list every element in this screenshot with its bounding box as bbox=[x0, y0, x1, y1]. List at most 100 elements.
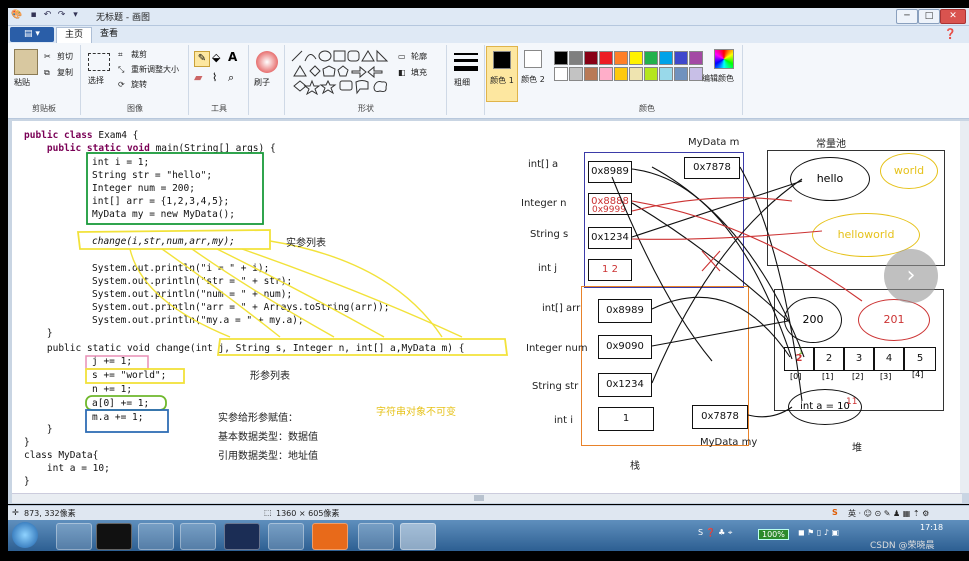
taskbar-notepad-icon[interactable] bbox=[358, 523, 394, 550]
taskbar-presentation-icon[interactable] bbox=[312, 523, 348, 550]
window-title: 无标题 - 画图 bbox=[96, 13, 150, 23]
rotate-icon: ⟳ bbox=[118, 79, 125, 89]
color-swatch[interactable] bbox=[689, 67, 703, 81]
size-line-2 bbox=[454, 59, 478, 62]
tab-view[interactable]: 查看 bbox=[92, 27, 126, 42]
color-swatch[interactable] bbox=[614, 67, 628, 81]
color-swatch[interactable] bbox=[659, 67, 673, 81]
ribbon: 粘贴 ✂ 剪切 ⧉ 复制 剪贴板 选择 ⌗ 裁剪 ⤡ 重新调整大小 ⟳ 旋转 图像 ✎ ⬙… bbox=[8, 43, 969, 119]
text-tool-icon[interactable]: A bbox=[228, 50, 237, 64]
file-menu-button[interactable]: ▤ ▾ bbox=[10, 27, 54, 42]
color-swatch[interactable] bbox=[659, 51, 673, 65]
image-size-icon: ⬚ bbox=[264, 508, 272, 517]
color2-button[interactable]: 颜色 2 bbox=[518, 46, 548, 100]
color-picker-icon[interactable]: ⌇ bbox=[212, 71, 217, 84]
color-swatch[interactable] bbox=[674, 51, 688, 65]
tab-home[interactable]: 主页 bbox=[56, 27, 92, 43]
color-swatch[interactable] bbox=[599, 51, 613, 65]
next-arrow-icon[interactable]: › bbox=[884, 249, 938, 303]
size-button[interactable]: 粗细 bbox=[454, 77, 476, 88]
color-swatch[interactable] bbox=[599, 67, 613, 81]
color2-swatch bbox=[524, 50, 542, 68]
color-swatch[interactable] bbox=[569, 51, 583, 65]
clipboard-group: 粘贴 ✂ 剪切 ⧉ 复制 剪贴板 bbox=[8, 45, 81, 115]
rotate-button[interactable]: ⟳ 旋转 bbox=[118, 79, 147, 90]
paint-app-icon: 🎨 bbox=[11, 10, 23, 20]
ime-tray-icons: 英 · ☺ ⊙ ✎ ♟ ▦ ⇡ ⚙ bbox=[848, 509, 930, 518]
select-icon bbox=[88, 53, 110, 71]
color1-button[interactable]: 颜色 1 bbox=[486, 46, 518, 102]
brushes-button[interactable]: 刷子 bbox=[254, 77, 270, 88]
clock-time[interactable]: 17:18 bbox=[920, 523, 943, 532]
color-swatch[interactable] bbox=[614, 51, 628, 65]
cut-button[interactable]: ✂ 剪切 bbox=[44, 51, 73, 62]
maximize-button[interactable]: □ bbox=[918, 9, 940, 24]
taskbar-firefox-icon[interactable] bbox=[268, 523, 304, 550]
paste-button[interactable]: 粘贴 bbox=[14, 77, 30, 88]
select-button[interactable]: 选择 bbox=[88, 75, 104, 86]
color-swatch[interactable] bbox=[674, 67, 688, 81]
image-group: 选择 ⌗ 裁剪 ⤡ 重新调整大小 ⟳ 旋转 图像 bbox=[82, 45, 189, 115]
canvas-area: public class Exam4 { public static void … bbox=[8, 119, 969, 504]
minimize-button[interactable]: ─ bbox=[896, 9, 918, 24]
color-swatch[interactable] bbox=[554, 51, 568, 65]
crop-button[interactable]: ⌗ 裁剪 bbox=[118, 49, 147, 60]
taskbar-media-center-icon[interactable] bbox=[56, 523, 92, 550]
color-swatch[interactable] bbox=[644, 51, 658, 65]
scissors-icon: ✂ bbox=[44, 51, 51, 61]
color-swatch[interactable] bbox=[584, 51, 598, 65]
brushes-group[interactable]: 刷子 bbox=[250, 45, 285, 115]
taskbar-terminal-icon[interactable] bbox=[96, 523, 132, 550]
color-swatch[interactable] bbox=[569, 67, 583, 81]
ime-icon[interactable]: S bbox=[832, 508, 838, 517]
taskbar-explorer-icon[interactable] bbox=[180, 523, 216, 550]
horizontal-scroll-thumb[interactable] bbox=[474, 495, 484, 501]
help-icon[interactable]: ❓ bbox=[944, 29, 956, 40]
taskbar-paint-icon[interactable] bbox=[400, 523, 436, 550]
csdn-watermark: CSDN @荣晓晨 bbox=[870, 541, 935, 551]
edit-colors-icon bbox=[714, 49, 734, 69]
color2-label: 颜色 2 bbox=[521, 75, 545, 84]
drawing-canvas[interactable]: public class Exam4 { public static void … bbox=[12, 121, 969, 493]
resize-icon: ⤡ bbox=[118, 64, 125, 74]
magnifier-icon[interactable]: ⌕ bbox=[228, 71, 234, 85]
fill-button[interactable]: ◧ 填充 bbox=[398, 67, 427, 78]
outline-button[interactable]: ▭ 轮廓 bbox=[398, 51, 427, 62]
undo-icon[interactable]: ↶ bbox=[42, 10, 53, 21]
clipboard-group-label: 剪贴板 bbox=[32, 104, 56, 113]
horizontal-scrollbar[interactable] bbox=[12, 493, 962, 503]
edit-colors-button[interactable]: 编辑颜色 bbox=[702, 73, 734, 84]
resize-button[interactable]: ⤡ 重新调整大小 bbox=[118, 64, 179, 75]
eraser-icon[interactable]: ▰ bbox=[194, 71, 202, 84]
fill-bucket-icon[interactable]: ⬙ bbox=[212, 51, 220, 64]
colors-group-label: 颜色 bbox=[639, 104, 655, 113]
shapes-group-label: 形状 bbox=[358, 104, 374, 113]
start-button[interactable] bbox=[12, 522, 38, 548]
tools-group: ✎ ⬙ A ▰ ⌇ ⌕ 工具 bbox=[190, 45, 249, 115]
copy-button[interactable]: ⧉ 复制 bbox=[44, 67, 73, 78]
tools-group-label: 工具 bbox=[211, 104, 227, 113]
color-palette bbox=[552, 47, 712, 87]
vertical-scrollbar[interactable] bbox=[960, 121, 969, 493]
color-swatch[interactable] bbox=[554, 67, 568, 81]
color-swatch[interactable] bbox=[644, 67, 658, 81]
customize-quick-access-icon[interactable]: ▾ bbox=[70, 10, 81, 21]
color-swatch[interactable] bbox=[629, 67, 643, 81]
cursor-position-icon: ✛ bbox=[12, 508, 19, 517]
battery-indicator[interactable]: 100% bbox=[758, 529, 789, 540]
color-swatch[interactable] bbox=[689, 51, 703, 65]
close-button[interactable]: ✕ bbox=[940, 9, 966, 24]
status-bar: ✛ 873, 332像素 ⬚ 1360 × 605像素 S 英 · ☺ ⊙ ✎ … bbox=[8, 505, 969, 521]
redo-icon[interactable]: ↷ bbox=[56, 10, 67, 21]
crop-icon: ⌗ bbox=[118, 49, 123, 59]
color-swatch[interactable] bbox=[629, 51, 643, 65]
save-icon[interactable]: ▪ bbox=[28, 10, 39, 21]
shapes-gallery[interactable] bbox=[290, 49, 394, 95]
pencil-icon[interactable]: ✎ bbox=[194, 51, 210, 67]
taskbar-eclipse-icon[interactable] bbox=[224, 523, 260, 550]
fill-icon: ◧ bbox=[398, 67, 406, 77]
size-line-3 bbox=[454, 66, 478, 71]
size-group[interactable]: 粗细 bbox=[448, 45, 485, 115]
taskbar-chrome-icon[interactable] bbox=[138, 523, 174, 550]
color-swatch[interactable] bbox=[584, 67, 598, 81]
